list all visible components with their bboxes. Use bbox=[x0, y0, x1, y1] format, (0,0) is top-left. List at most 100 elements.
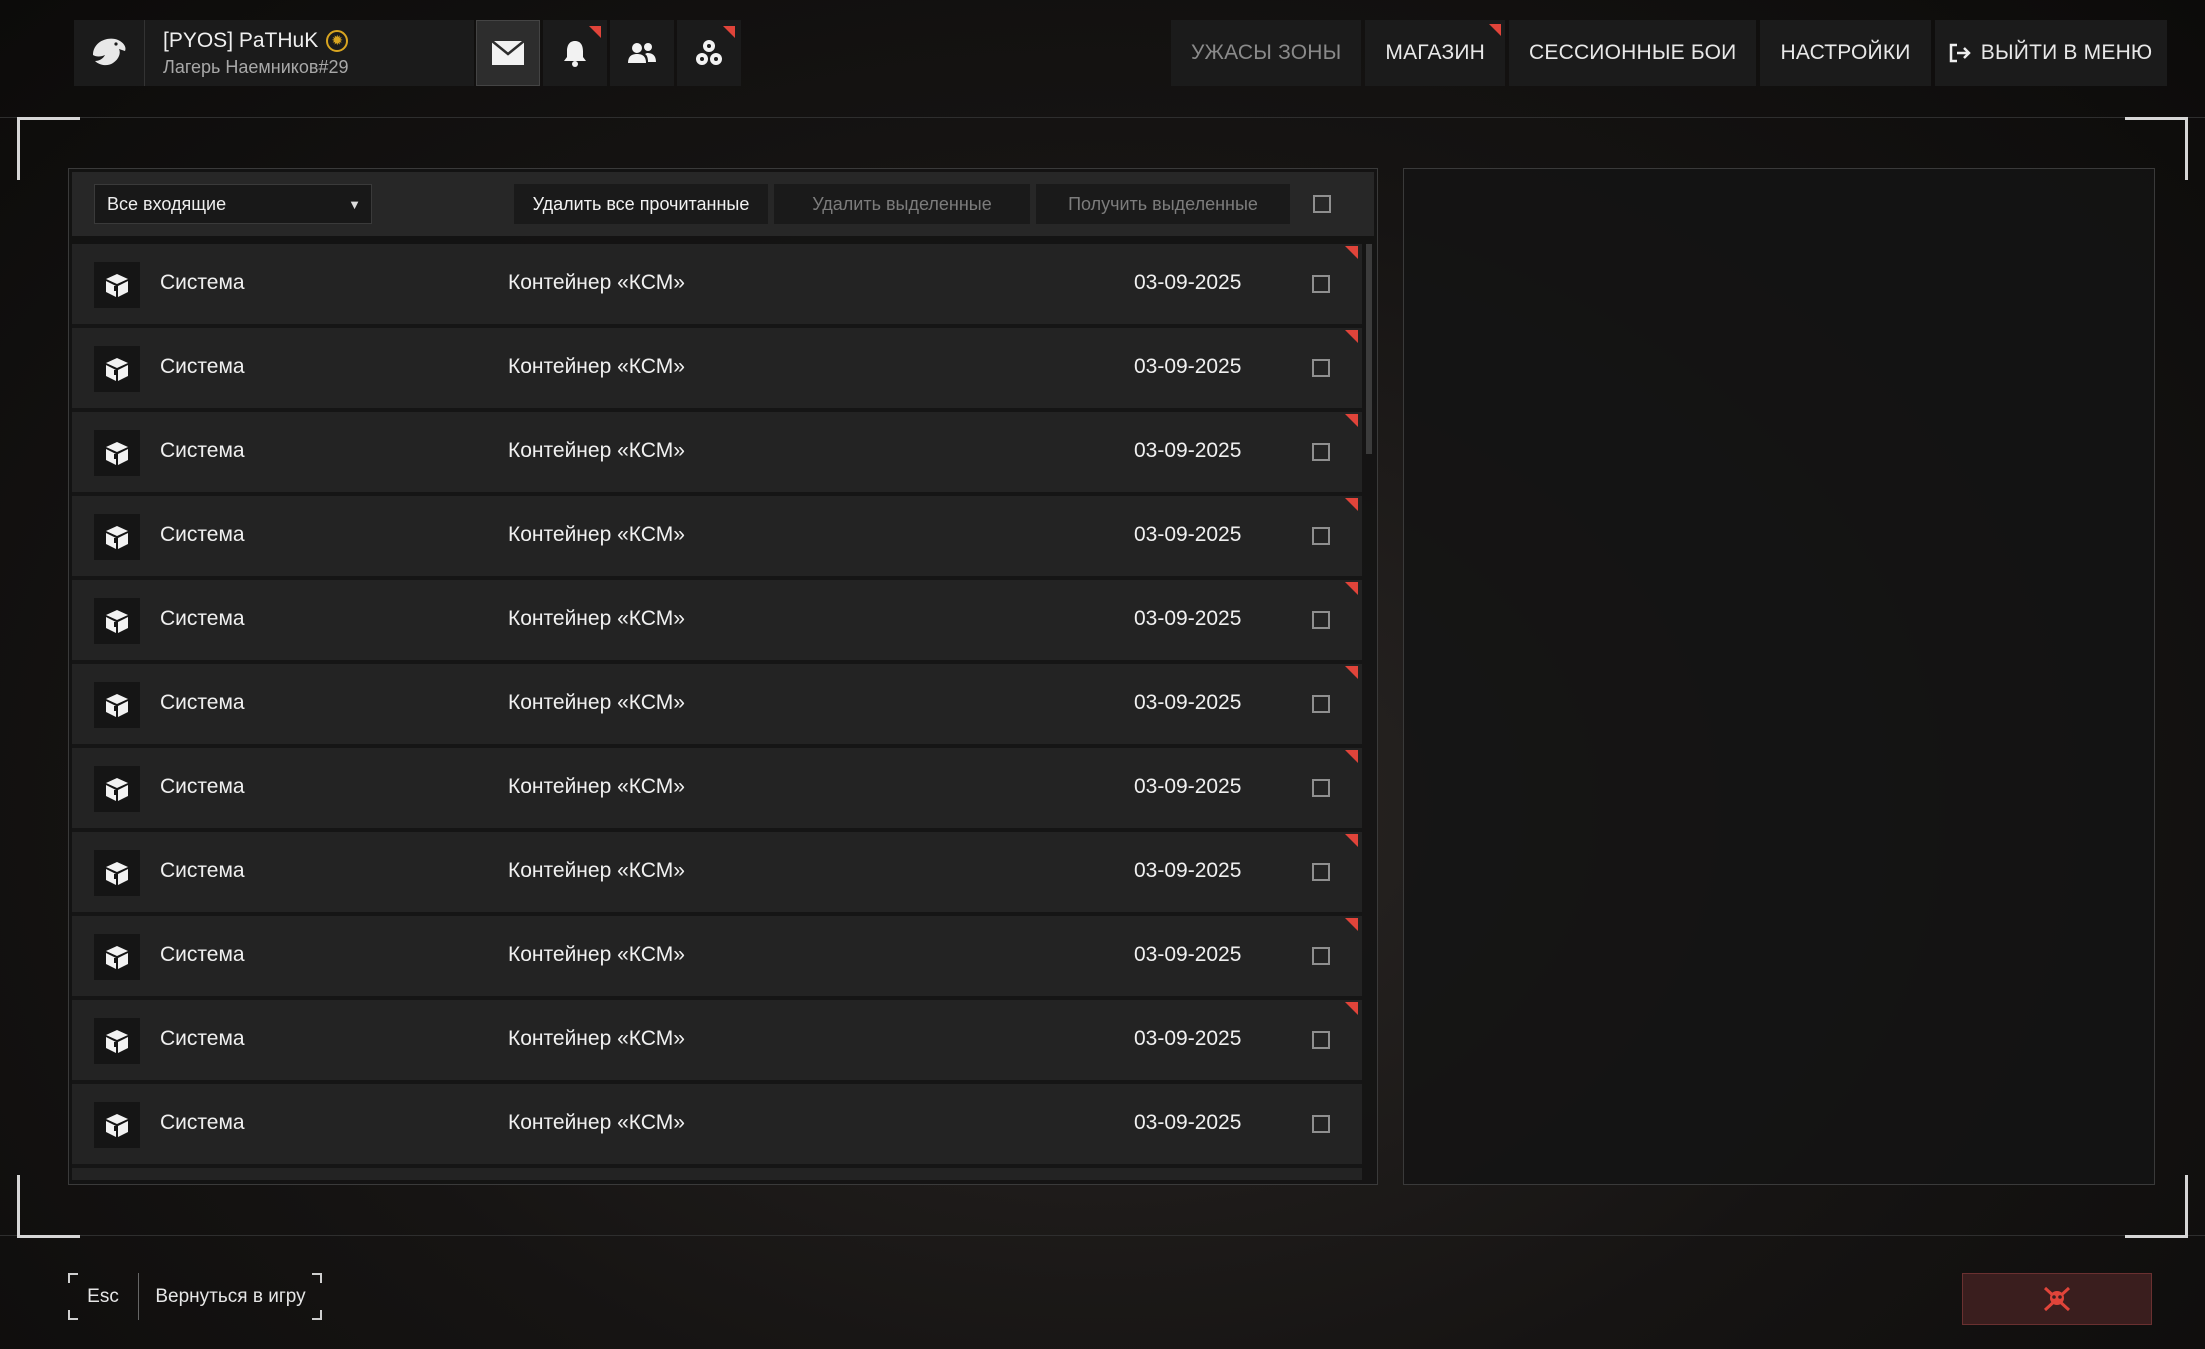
row-checkbox[interactable] bbox=[1312, 443, 1330, 461]
mail-sender: Система bbox=[160, 523, 245, 546]
mail-date: 03-09-2025 bbox=[1134, 1111, 1242, 1134]
row-checkbox[interactable] bbox=[1312, 359, 1330, 377]
mail-subject: Контейнер «КСМ» bbox=[508, 271, 685, 294]
unread-marker bbox=[1345, 414, 1358, 427]
row-checkbox[interactable] bbox=[1312, 611, 1330, 629]
row-checkbox[interactable] bbox=[1312, 1031, 1330, 1049]
list-item[interactable]: Система Контейнер «КСМ» 03-09-2025 bbox=[72, 916, 1362, 1000]
unread-marker bbox=[1345, 666, 1358, 679]
sun-badge-icon: ✹ bbox=[326, 29, 349, 52]
group-button[interactable] bbox=[677, 20, 741, 86]
friends-button[interactable] bbox=[610, 20, 674, 86]
list-item[interactable]: Система Контейнер «КСМ» 03-09-2025 bbox=[72, 328, 1362, 412]
mail-icon bbox=[491, 40, 525, 65]
row-checkbox[interactable] bbox=[1312, 947, 1330, 965]
nav-settings[interactable]: НАСТРОЙКИ bbox=[1760, 20, 1931, 86]
list-item[interactable]: Система Контейнер «КСМ» 03-09-2025 bbox=[72, 244, 1362, 328]
unread-marker bbox=[1345, 582, 1358, 595]
notification-marker bbox=[723, 26, 735, 38]
player-name: [PYOS] PaTHuK bbox=[163, 28, 319, 52]
notifications-button[interactable] bbox=[543, 20, 607, 86]
top-nav: УЖАСЫ ЗОНЫ МАГАЗИН СЕССИОННЫЕ БОИ НАСТРО… bbox=[1167, 20, 2167, 86]
list-item[interactable]: Система Контейнер «КСМ» 03-09-2025 bbox=[72, 1000, 1362, 1084]
box-icon bbox=[106, 526, 128, 549]
message-detail-panel bbox=[1403, 168, 2155, 1185]
delete-selected-button[interactable]: Удалить выделенные bbox=[774, 184, 1030, 224]
mail-sender: Система bbox=[160, 859, 245, 882]
filter-dropdown[interactable]: Все входящие ▼ bbox=[94, 184, 372, 224]
list-item[interactable]: Система Контейнер «КСМ» 03-09-2025 bbox=[72, 748, 1362, 832]
mail-subject: Контейнер «КСМ» bbox=[508, 1111, 685, 1134]
row-checkbox[interactable] bbox=[1312, 779, 1330, 797]
system-avatar bbox=[94, 598, 140, 644]
mail-sender: Система bbox=[160, 271, 245, 294]
profile-card[interactable]: [PYOS] PaTHuK ✹ Лагерь Наемников#29 bbox=[74, 20, 474, 86]
group-icon bbox=[696, 40, 722, 65]
mail-sender: Система bbox=[160, 439, 245, 462]
list-item[interactable]: Система Контейнер «КСМ» 03-09-2025 bbox=[72, 412, 1362, 496]
mail-button[interactable] bbox=[476, 20, 540, 86]
box-icon bbox=[106, 778, 128, 801]
system-avatar bbox=[94, 514, 140, 560]
skull-icon bbox=[2043, 1286, 2071, 1312]
frame-line-bottom bbox=[0, 1235, 2205, 1236]
mail-date: 03-09-2025 bbox=[1134, 775, 1242, 798]
exit-icon bbox=[1949, 43, 1971, 63]
row-checkbox[interactable] bbox=[1312, 863, 1330, 881]
system-avatar bbox=[94, 262, 140, 308]
mail-sender: Система bbox=[160, 691, 245, 714]
list-item[interactable]: Система Контейнер «КСМ» 03-09-2025 bbox=[72, 580, 1362, 664]
nav-session-battles[interactable]: СЕССИОННЫЕ БОИ bbox=[1509, 20, 1757, 86]
unread-marker bbox=[1345, 1002, 1358, 1015]
mail-subject: Контейнер «КСМ» bbox=[508, 859, 685, 882]
box-icon bbox=[106, 1030, 128, 1053]
mail-subject: Контейнер «КСМ» bbox=[508, 943, 685, 966]
friends-icon bbox=[628, 43, 656, 63]
nav-zone-horrors[interactable]: УЖАСЫ ЗОНЫ bbox=[1171, 20, 1362, 86]
list-item-partial bbox=[72, 1168, 1362, 1180]
unread-marker bbox=[1345, 834, 1358, 847]
frame-line-top bbox=[0, 117, 2205, 118]
row-checkbox[interactable] bbox=[1312, 275, 1330, 293]
box-icon bbox=[106, 1114, 128, 1137]
mail-subject: Контейнер «КСМ» bbox=[508, 607, 685, 630]
system-avatar bbox=[94, 1102, 140, 1148]
box-icon bbox=[106, 694, 128, 717]
back-to-game-button[interactable]: Esc Вернуться в игру bbox=[68, 1273, 322, 1320]
row-checkbox[interactable] bbox=[1312, 695, 1330, 713]
delete-read-button[interactable]: Удалить все прочитанные bbox=[514, 184, 768, 224]
bracket bbox=[68, 1273, 78, 1283]
box-icon bbox=[106, 274, 128, 297]
mail-date: 03-09-2025 bbox=[1134, 355, 1242, 378]
unread-marker bbox=[1345, 330, 1358, 343]
filter-value: Все входящие bbox=[107, 193, 227, 214]
system-avatar bbox=[94, 682, 140, 728]
list-item[interactable]: Система Контейнер «КСМ» 03-09-2025 bbox=[72, 496, 1362, 580]
exit-label: ВЫЙТИ В МЕНЮ bbox=[1980, 41, 2153, 64]
mail-sender: Система bbox=[160, 943, 245, 966]
mail-subject: Контейнер «КСМ» bbox=[508, 691, 685, 714]
box-icon bbox=[106, 610, 128, 633]
row-checkbox[interactable] bbox=[1312, 527, 1330, 545]
list-item[interactable]: Система Контейнер «КСМ» 03-09-2025 bbox=[72, 664, 1362, 748]
nav-shop[interactable]: МАГАЗИН bbox=[1365, 20, 1505, 86]
receive-selected-button[interactable]: Получить выделенные bbox=[1036, 184, 1290, 224]
unread-marker bbox=[1345, 246, 1358, 259]
list-item[interactable]: Система Контейнер «КСМ» 03-09-2025 bbox=[72, 832, 1362, 916]
unread-marker bbox=[1345, 498, 1358, 511]
danger-button[interactable] bbox=[1962, 1273, 2152, 1325]
mail-date: 03-09-2025 bbox=[1134, 859, 1242, 882]
bracket bbox=[68, 1310, 78, 1320]
bracket bbox=[312, 1273, 322, 1283]
mail-date: 03-09-2025 bbox=[1134, 523, 1242, 546]
row-checkbox[interactable] bbox=[1312, 1115, 1330, 1133]
bracket bbox=[312, 1310, 322, 1320]
select-all-checkbox[interactable] bbox=[1313, 195, 1331, 213]
esc-key: Esc bbox=[68, 1273, 139, 1320]
list-item[interactable]: Система Контейнер «КСМ» 03-09-2025 bbox=[72, 1084, 1362, 1168]
exit-to-menu-button[interactable]: ВЫЙТИ В МЕНЮ bbox=[1934, 20, 2167, 86]
bell-icon bbox=[564, 41, 586, 67]
scrollbar[interactable] bbox=[1366, 244, 1372, 454]
notification-marker bbox=[589, 26, 601, 38]
mail-subject: Контейнер «КСМ» bbox=[508, 775, 685, 798]
